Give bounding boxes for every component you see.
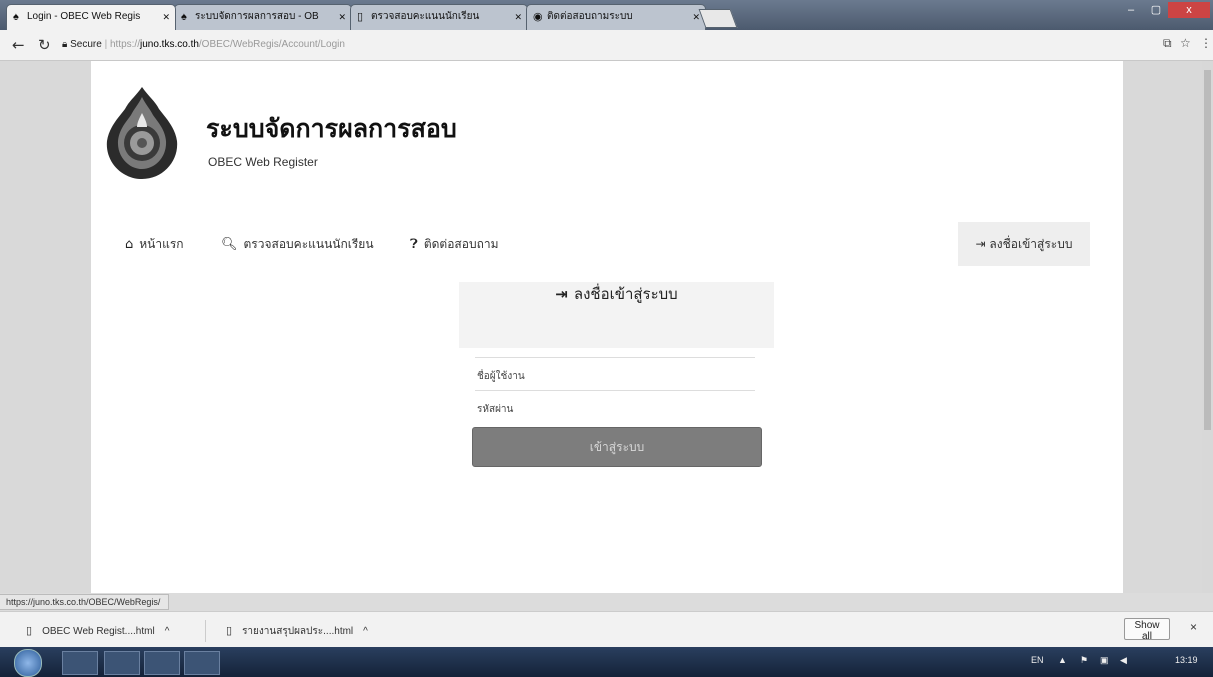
volume-icon[interactable]: ◀ <box>1120 655 1127 666</box>
login-heading: ลงชื่อเข้าสู่ระบบ <box>573 285 678 303</box>
site-subtitle: OBEC Web Register <box>208 155 318 169</box>
tab-close-icon[interactable]: ✕ <box>514 5 522 29</box>
file-icon: ▯ <box>226 625 233 637</box>
browser-toolbar: ← ↻ 🔒︎ Secure | https://juno.tks.co.th/O… <box>0 30 1213 61</box>
login-header: ⇥ ลงชื่อเข้าสู่ระบบ <box>459 282 774 348</box>
nav-contact[interactable]: ❓︎ ติดต่อสอบถาม <box>410 235 498 254</box>
login-form: เข้าสู่ระบบ <box>467 357 774 487</box>
nav-contact-label: ติดต่อสอบถาม <box>423 237 499 251</box>
download-item[interactable]: ▯ OBEC Web Regist....html ^ <box>26 622 169 640</box>
reload-icon[interactable]: ↻ <box>38 36 51 54</box>
translate-icon[interactable]: ⧉ <box>1163 36 1172 51</box>
status-url-bubble: https://juno.tks.co.th/OBEC/WebRegis/ <box>0 594 170 610</box>
tab-results-system[interactable]: ♠ ระบบจัดการผลการสอบ - OB ✕ <box>174 4 352 30</box>
language-indicator[interactable]: EN <box>1031 655 1044 665</box>
back-arrow-icon[interactable]: ← <box>12 36 25 54</box>
download-filename: OBEC Web Regist....html <box>42 626 155 637</box>
new-tab-button[interactable] <box>698 9 738 28</box>
username-input[interactable] <box>475 357 755 385</box>
chevron-up-icon[interactable]: ^ <box>363 626 368 637</box>
tab-close-icon[interactable]: ✕ <box>338 5 346 29</box>
url-scheme: https:// <box>109 39 140 50</box>
network-icon[interactable]: ▣ <box>1100 655 1109 666</box>
taskbar-word-icon[interactable] <box>144 651 180 675</box>
nav-home[interactable]: ⌂ หน้าแรก <box>125 235 184 254</box>
start-button[interactable] <box>14 649 42 677</box>
bookmark-star-icon[interactable]: ☆ <box>1180 36 1191 50</box>
taskbar-chrome-icon[interactable] <box>184 651 220 675</box>
maximize-button[interactable]: ▢ <box>1144 2 1168 18</box>
url-host: juno.tks.co.th <box>139 39 199 50</box>
chevron-up-icon[interactable]: ^ <box>165 626 170 637</box>
minimize-button[interactable]: – <box>1118 2 1144 18</box>
security-label: Secure <box>70 39 102 50</box>
obec-favicon-icon: ♠ <box>181 11 187 23</box>
page-gutter-right <box>1123 61 1202 593</box>
tab-title: ตรวจสอบคะแนนนักเรียน <box>371 11 480 22</box>
tab-title: ติดต่อสอบถามระบบ <box>547 11 633 22</box>
taskbar-explorer-icon[interactable] <box>62 651 98 675</box>
downloads-bar: ▯ OBEC Web Regist....html ^ ▯ รายงานสรุปผลป… <box>0 611 1213 648</box>
sign-in-icon: ⇥ <box>555 285 568 303</box>
nav-home-label: หน้าแรก <box>139 237 184 251</box>
page-gutter-left <box>0 61 91 593</box>
tab-login[interactable]: ♠ Login - OBEC Web Regis ✕ <box>6 4 176 30</box>
login-submit-button[interactable]: เข้าสู่ระบบ <box>472 427 762 467</box>
url-path: /OBEC/WebRegis/Account/Login <box>198 39 345 50</box>
tab-title: Login - OBEC Web Regis <box>27 11 141 22</box>
tab-contact[interactable]: ◉ ติดต่อสอบถามระบบ ✕ <box>526 4 706 30</box>
tab-close-icon[interactable]: ✕ <box>162 5 170 29</box>
help-icon: ❓︎ <box>410 237 418 252</box>
taskbar-app-icon[interactable] <box>104 651 140 675</box>
search-icon: 🔍︎ <box>221 237 238 252</box>
tray-arrow-icon[interactable]: ▲ <box>1058 655 1067 665</box>
globe-favicon-icon: ◉ <box>533 11 543 23</box>
lock-icon: 🔒︎ <box>62 39 68 50</box>
site-title: ระบบจัดการผลการสอบ <box>206 114 457 143</box>
address-bar[interactable]: 🔒︎ Secure | https://juno.tks.co.th/OBEC/… <box>62 36 1152 54</box>
tab-title: ระบบจัดการผลการสอบ - OB <box>195 11 319 22</box>
tab-strip: ♠ Login - OBEC Web Regis ✕ ♠ ระบบจัดการผ… <box>0 0 1213 30</box>
nav-login-button[interactable]: ⇥ ลงชื่อเข้าสู่ระบบ <box>958 222 1090 266</box>
download-filename: รายงานสรุปผลประ....html <box>242 626 354 637</box>
file-icon: ▯ <box>26 625 33 637</box>
page-favicon-icon: ▯ <box>357 11 364 23</box>
download-item[interactable]: ▯ รายงานสรุปผลประ....html ^ <box>226 622 368 640</box>
clock[interactable]: 13:19 <box>1175 655 1198 665</box>
scrollbar-thumb[interactable] <box>1204 70 1211 430</box>
web-page: ระบบจัดการผลการสอบ OBEC Web Register ⌂ หน… <box>91 61 1123 593</box>
home-icon: ⌂ <box>125 237 134 252</box>
password-input[interactable] <box>475 390 755 418</box>
sign-in-icon: ⇥ <box>975 237 986 251</box>
close-downloads-icon[interactable]: × <box>1190 620 1197 634</box>
nav-login-label: ลงชื่อเข้าสู่ระบบ <box>989 237 1073 251</box>
windows-taskbar: EN ▲ ⚑ ▣ ◀ 13:19 <box>0 647 1213 677</box>
close-window-button[interactable]: x <box>1168 2 1210 18</box>
menu-icon[interactable]: ⋮ <box>1200 36 1212 50</box>
nav-check-scores-label: ตรวจสอบคะแนนนักเรียน <box>243 237 374 251</box>
obec-logo-icon <box>106 87 178 179</box>
flag-icon[interactable]: ⚑ <box>1080 655 1088 666</box>
obec-favicon-icon: ♠ <box>13 11 19 23</box>
tab-check-scores[interactable]: ▯ ตรวจสอบคะแนนนักเรียน ✕ <box>350 4 528 30</box>
show-all-downloads-button[interactable]: Show all <box>1124 618 1170 642</box>
downloads-divider <box>205 620 206 642</box>
nav-check-scores[interactable]: 🔍︎ ตรวจสอบคะแนนนักเรียน <box>221 235 374 254</box>
